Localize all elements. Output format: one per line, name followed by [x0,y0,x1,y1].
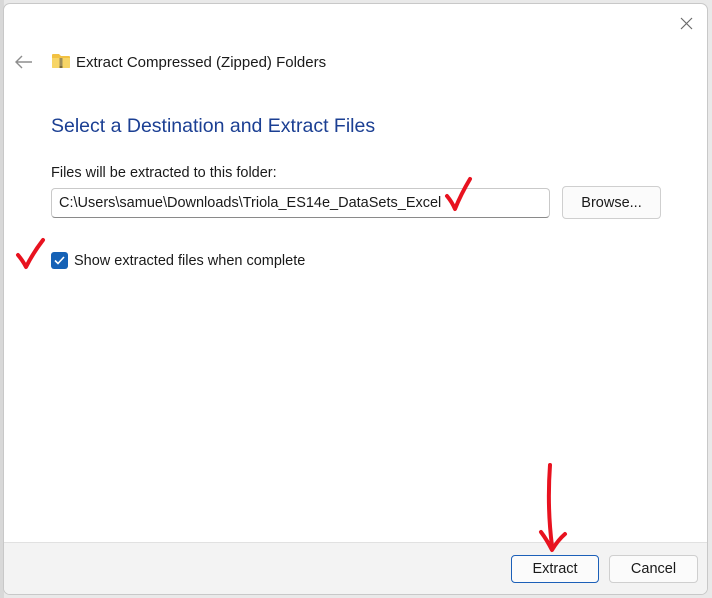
destination-path-input[interactable] [51,188,550,218]
show-files-option[interactable]: Show extracted files when complete [51,252,305,269]
page-heading: Select a Destination and Extract Files [51,115,376,137]
arrow-left-icon [15,55,32,69]
zip-folder-icon [52,54,70,68]
destination-label: Files will be extracted to this folder: [51,165,277,181]
browse-button[interactable]: Browse... [562,186,661,219]
show-files-checkbox[interactable] [51,252,68,269]
close-button[interactable] [675,12,697,34]
checkmark-icon [54,256,65,265]
window-title: Extract Compressed (Zipped) Folders [76,54,327,71]
cancel-button[interactable]: Cancel [609,555,698,583]
dialog-footer: Extract Cancel [4,542,707,594]
extract-button[interactable]: Extract [511,555,599,583]
close-icon [680,17,692,29]
back-button[interactable] [12,50,36,74]
show-files-label: Show extracted files when complete [74,252,306,269]
extract-dialog: Extract Compressed (Zipped) Folders Sele… [3,3,708,595]
